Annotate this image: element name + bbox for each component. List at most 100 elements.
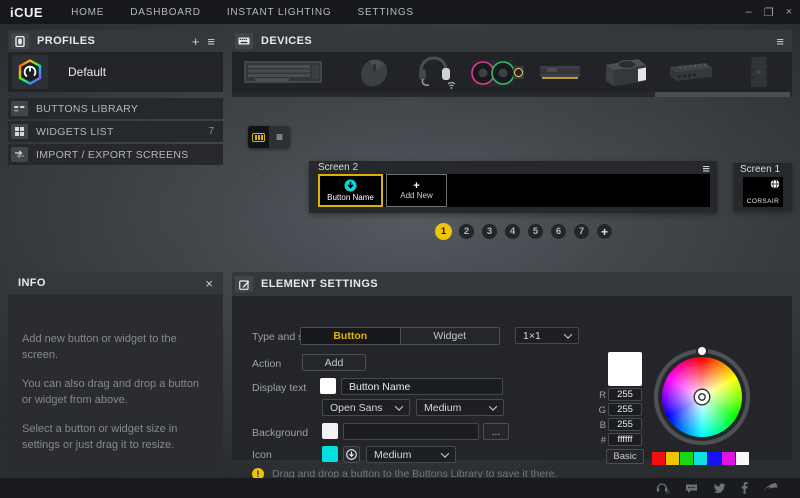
swatch-cyan[interactable] — [694, 452, 707, 465]
font-weight-dropdown[interactable]: Medium — [416, 399, 504, 416]
menu-settings[interactable]: SETTINGS — [357, 7, 413, 18]
display-text-label: Display text — [252, 382, 306, 394]
cyan-download-icon — [344, 179, 357, 192]
workspace: PROFILES + ≡ — [0, 24, 800, 478]
menu-instant-lighting[interactable]: INSTANT LIGHTING — [227, 7, 332, 18]
corsair-logo-icon[interactable] — [763, 483, 778, 493]
swatch-blue[interactable] — [708, 452, 721, 465]
sidebar-item-widgets-list[interactable]: WIDGETS LIST 7 — [8, 121, 223, 142]
list-view-button[interactable]: ≡ — [269, 126, 290, 148]
devices-menu-button[interactable]: ≡ — [776, 35, 784, 48]
swatch-white[interactable] — [736, 452, 749, 465]
r-input[interactable]: 255 — [608, 388, 642, 401]
basic-palette-button[interactable]: Basic — [606, 449, 644, 464]
screen2-panel: Screen 2 ≡ Button Name + Add New — [309, 161, 717, 213]
device-memory[interactable] — [538, 54, 582, 90]
swatch-yellow[interactable] — [666, 452, 679, 465]
add-new-tile[interactable]: + Add New — [386, 174, 447, 207]
minimize-button[interactable]: – — [746, 6, 752, 18]
type-option-widget[interactable]: Widget — [400, 328, 500, 344]
close-button[interactable]: × — [786, 6, 792, 18]
deck-view-icon — [252, 133, 265, 142]
wheel-knob[interactable] — [695, 390, 709, 404]
menu-home[interactable]: HOME — [71, 7, 104, 18]
type-segmented-control: Button Widget — [300, 327, 500, 345]
page-3-button[interactable]: 3 — [481, 223, 498, 240]
info-header: INFO × — [8, 272, 223, 294]
button-name-tile[interactable]: Button Name — [318, 174, 383, 207]
devices-title: DEVICES — [261, 35, 312, 47]
screen1-thumbnail[interactable]: CORSAIR — [743, 177, 783, 207]
b-label: B — [598, 420, 606, 431]
swatch-green[interactable] — [680, 452, 693, 465]
info-body: Add new button or widget to the screen. … — [8, 294, 223, 474]
device-liquid-cooler[interactable] — [468, 54, 528, 90]
profiles-header: PROFILES + ≡ — [8, 30, 223, 52]
swatch-magenta[interactable] — [722, 452, 735, 465]
page-7-button[interactable]: 7 — [573, 223, 590, 240]
chat-icon[interactable] — [685, 483, 698, 494]
sidebar-item-import-export-screens[interactable]: IMPORT / EXPORT SCREENS — [8, 144, 223, 165]
device-power-supply[interactable] — [598, 54, 652, 90]
menu-dashboard[interactable]: DASHBOARD — [130, 7, 201, 18]
background-input[interactable] — [343, 423, 479, 440]
device-commander[interactable] — [664, 54, 716, 90]
profile-default-item[interactable] — [12, 55, 48, 89]
deck-view-button[interactable] — [248, 126, 269, 148]
support-24-icon[interactable]: 24 — [656, 483, 670, 494]
screen2-canvas[interactable]: Button Name + Add New — [318, 174, 710, 207]
profiles-title: PROFILES — [37, 35, 95, 47]
page-5-button[interactable]: 5 — [527, 223, 544, 240]
page-2-button[interactable]: 2 — [458, 223, 475, 240]
b-input[interactable]: 255 — [608, 418, 642, 431]
add-profile-button[interactable]: + — [192, 35, 200, 48]
font-family-dropdown[interactable]: Open Sans — [322, 399, 410, 416]
r-label: R — [598, 390, 606, 401]
ring-knob[interactable] — [696, 345, 708, 357]
page-1-button[interactable]: 1 — [435, 223, 452, 240]
devices-scrollbar-thumb[interactable] — [655, 92, 790, 97]
import-export-icon — [11, 147, 28, 162]
globe-icon — [770, 179, 780, 189]
add-page-button[interactable]: + — [596, 223, 613, 240]
hex-input[interactable]: ffffff — [608, 433, 642, 446]
profile-list: Default — [8, 52, 223, 92]
maximize-button[interactable]: ❐ — [764, 6, 774, 19]
size-dropdown[interactable]: 1×1 — [515, 327, 579, 344]
icue-logo: iCUE — [10, 5, 43, 20]
info-close-icon[interactable]: × — [205, 276, 213, 291]
action-add-button[interactable]: Add — [302, 354, 366, 371]
device-wireless-headset[interactable] — [410, 54, 460, 90]
sidebar-item-buttons-library[interactable]: BUTTONS LIBRARY — [8, 98, 223, 119]
device-cooling-node[interactable] — [744, 54, 774, 90]
twitter-icon[interactable] — [713, 483, 726, 494]
icon-color-swatch[interactable] — [322, 446, 338, 462]
display-text-input[interactable]: Button Name — [341, 378, 503, 395]
download-circle-icon — [346, 449, 357, 460]
page-6-button[interactable]: 6 — [550, 223, 567, 240]
screen1-label: Screen 1 — [740, 164, 780, 175]
display-text-color-swatch[interactable] — [320, 378, 336, 394]
chevron-down-icon — [564, 330, 572, 338]
view-mode-toggle: ≡ — [248, 126, 290, 148]
type-option-button[interactable]: Button — [301, 328, 400, 344]
icon-picker-button[interactable] — [343, 446, 360, 463]
devices-header: DEVICES ≡ — [232, 30, 792, 52]
icon-size-dropdown[interactable]: Medium — [366, 446, 456, 463]
page-4-button[interactable]: 4 — [504, 223, 521, 240]
background-label: Background — [252, 427, 308, 439]
background-color-swatch[interactable] — [322, 423, 338, 439]
device-keyboard[interactable] — [240, 54, 326, 90]
list-view-icon: ≡ — [276, 130, 283, 144]
chevron-down-icon — [489, 402, 497, 410]
screen1-panel: Screen 1 CORSAIR — [733, 163, 792, 211]
background-browse-button[interactable]: ... — [483, 423, 509, 440]
profile-name: Default — [68, 65, 106, 79]
devices-scrollbar[interactable] — [232, 92, 792, 97]
facebook-icon[interactable] — [741, 482, 748, 494]
g-input[interactable]: 255 — [608, 403, 642, 416]
device-mouse[interactable] — [352, 54, 396, 90]
swatch-red[interactable] — [652, 452, 665, 465]
hex-label: # — [598, 435, 606, 446]
profiles-menu-button[interactable]: ≡ — [207, 35, 215, 48]
